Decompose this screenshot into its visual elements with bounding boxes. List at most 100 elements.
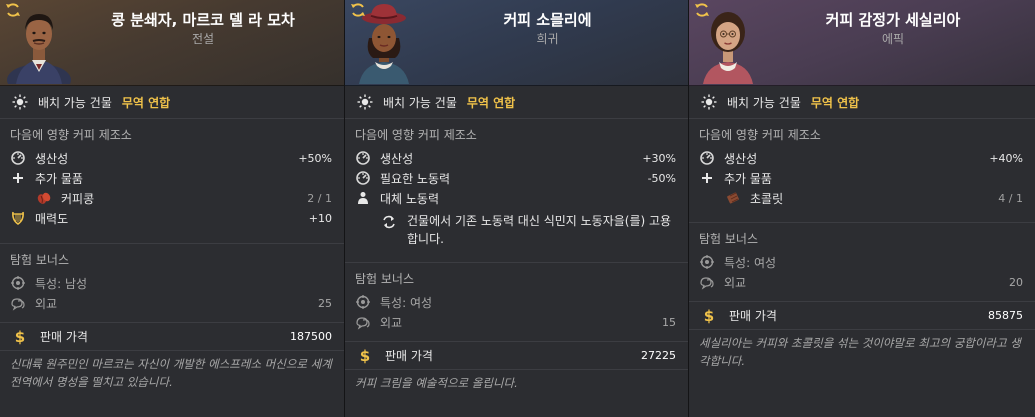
effect-value: +50% xyxy=(298,151,332,165)
effect-label: 생산성 xyxy=(724,151,758,166)
building-label: 배치 가능 건물 xyxy=(727,95,801,110)
effect-label: 대체 노동력 xyxy=(380,191,440,206)
trait-icon xyxy=(356,295,370,309)
diplomacy-icon xyxy=(11,298,25,311)
building-label: 배치 가능 건물 xyxy=(38,95,112,110)
price-row: $ 판매 가격 85875 xyxy=(689,302,1035,330)
expedition-label: 특성: 여성 xyxy=(724,255,777,270)
workforce-icon xyxy=(358,192,368,204)
expedition-row: 특성: 여성 xyxy=(699,252,1023,272)
effect-value: +30% xyxy=(642,151,676,165)
trait-icon xyxy=(700,255,714,269)
expedition-value: 20 xyxy=(1009,275,1023,289)
effect-row: 생산성 +30% xyxy=(355,148,676,168)
flavor-text: 신대륙 원주민인 마르코는 자신이 개발한 에스프레소 머신으로 세계 전역에서… xyxy=(10,357,332,389)
effect-label: 생산성 xyxy=(380,151,414,166)
effect-row: 대체 노동력 xyxy=(355,188,676,208)
expedition-label: 외교 xyxy=(724,275,747,290)
effect-row: 생산성 +40% xyxy=(699,148,1023,168)
expedition-row: 특성: 여성 xyxy=(355,292,676,312)
plus-icon xyxy=(13,173,23,183)
building-row: 배치 가능 건물 무역 연합 xyxy=(689,86,1035,119)
building-row: 배치 가능 건물 무역 연합 xyxy=(345,86,688,119)
dollar-icon: $ xyxy=(703,306,715,325)
productivity-icon xyxy=(356,171,370,185)
building-value: 무역 연합 xyxy=(810,95,860,110)
effect-label: 추가 물품 xyxy=(724,171,772,186)
item-comparison: 콩 분쇄자, 마르코 델 라 모차 전설 배치 가능 건물 무역 연합 다음에 … xyxy=(0,0,1035,417)
expedition-value: 25 xyxy=(318,296,332,310)
building-row: 배치 가능 건물 무역 연합 xyxy=(0,86,344,119)
item-card-cecilia[interactable]: 커피 감정가 세실리아 에픽 배치 가능 건물 무역 연합 다음에 영향 커피 … xyxy=(689,0,1035,417)
expedition-title: 탐험 보너스 xyxy=(10,253,70,267)
effect-label: 매력도 xyxy=(35,211,69,226)
expedition-label: 특성: 남성 xyxy=(35,276,88,291)
diplomacy-icon xyxy=(356,317,370,330)
expedition-title: 탐험 보너스 xyxy=(355,272,415,286)
flavor-text: 커피 크림을 예술적으로 올립니다. xyxy=(355,376,518,390)
effect-row: 추가 물품 xyxy=(10,168,332,188)
affects-section: 다음에 영향 커피 제조소 생산성 +50% 추가 물품 커피콩 2 / 1 매… xyxy=(0,119,344,244)
expedition-value: 15 xyxy=(662,315,676,329)
item-card-marco[interactable]: 콩 분쇄자, 마르코 델 라 모차 전설 배치 가능 건물 무역 연합 다음에 … xyxy=(0,0,345,417)
affects-section: 다음에 영향 커피 제조소 생산성 +30% 필요한 노동력 -50% 대체 노… xyxy=(345,119,688,263)
building-value: 무역 연합 xyxy=(466,95,516,110)
effect-row: 필요한 노동력 -50% xyxy=(355,168,676,188)
expedition-row: 외교 20 xyxy=(699,272,1023,292)
price-row: $ 판매 가격 187500 xyxy=(0,323,344,351)
effect-row: 추가 물품 xyxy=(699,168,1023,188)
card-header: 콩 분쇄자, 마르코 델 라 모차 전설 xyxy=(0,0,344,86)
plus-icon xyxy=(702,173,712,183)
expedition-label: 특성: 여성 xyxy=(380,295,433,310)
effect-label: 필요한 노동력 xyxy=(380,171,451,186)
lyre-icon xyxy=(12,211,24,225)
expedition-label: 외교 xyxy=(35,296,58,311)
effect-row: 생산성 +50% xyxy=(10,148,332,168)
price-value: 85875 xyxy=(988,309,1023,322)
item-rarity: 에픽 xyxy=(881,32,905,46)
sun-icon xyxy=(701,94,717,110)
expedition-label: 외교 xyxy=(380,315,403,330)
price-label: 판매 가격 xyxy=(40,330,88,344)
item-card-sommelier[interactable]: 커피 소믈리에 희귀 배치 가능 건물 무역 연합 다음에 영향 커피 제조소 … xyxy=(345,0,689,417)
effect-label: 커피콩 xyxy=(61,191,95,206)
replace-workforce-detail: 건물에서 기존 노동력 대신 식민지 노동자을(를) 고용합니다. xyxy=(355,212,676,248)
effect-row: 커피콩 2 / 1 xyxy=(10,188,332,208)
dollar-icon: $ xyxy=(14,327,26,346)
affects-title: 다음에 영향 커피 제조소 xyxy=(699,128,821,142)
expedition-row: 외교 15 xyxy=(355,312,676,332)
price-row: $ 판매 가격 27225 xyxy=(345,342,688,370)
item-name: 커피 소믈리에 xyxy=(503,11,592,29)
affects-section: 다음에 영향 커피 제조소 생산성 +40% 추가 물품 초콜릿 4 / 1 xyxy=(689,119,1035,223)
price-label: 판매 가격 xyxy=(385,349,433,363)
diplomacy-icon xyxy=(700,277,714,290)
expedition-section: 탐험 보너스 특성: 여성 외교 15 xyxy=(345,263,688,342)
item-rarity: 전설 xyxy=(191,32,215,46)
item-rarity: 희귀 xyxy=(536,32,559,46)
flavor-text: 세실리아는 커피와 초콜릿을 섞는 것이야말로 최고의 궁합이라고 생각합니다. xyxy=(699,336,1021,368)
effect-value: +10 xyxy=(308,211,332,225)
item-name: 커피 감정가 세실리아 xyxy=(825,11,961,29)
card-header: 커피 감정가 세실리아 에픽 xyxy=(689,0,1035,86)
expedition-row: 특성: 남성 xyxy=(10,273,332,293)
effect-label: 추가 물품 xyxy=(35,171,83,186)
price-value: 187500 xyxy=(290,330,332,343)
effect-label: 초콜릿 xyxy=(750,191,784,206)
price-value: 27225 xyxy=(641,349,676,362)
item-name: 콩 분쇄자, 마르코 델 라 모차 xyxy=(111,11,295,29)
productivity-icon xyxy=(700,151,714,165)
trait-icon xyxy=(11,276,25,290)
card-header: 커피 소믈리에 희귀 xyxy=(345,0,688,86)
sun-icon xyxy=(357,94,373,110)
swap-icon xyxy=(383,215,395,229)
expedition-section: 탐험 보너스 특성: 남성 외교 25 xyxy=(0,244,344,323)
expedition-title: 탐험 보너스 xyxy=(699,232,759,246)
effect-value: +40% xyxy=(989,151,1023,165)
productivity-icon xyxy=(356,151,370,165)
replace-workforce-text: 건물에서 기존 노동력 대신 식민지 노동자을(를) 고용합니다. xyxy=(407,214,672,246)
productivity-icon xyxy=(11,151,25,165)
affects-title: 다음에 영향 커피 제조소 xyxy=(10,128,132,142)
effect-value: -50% xyxy=(647,171,676,185)
coffee-beans-icon xyxy=(37,192,51,204)
building-label: 배치 가능 건물 xyxy=(383,95,457,110)
